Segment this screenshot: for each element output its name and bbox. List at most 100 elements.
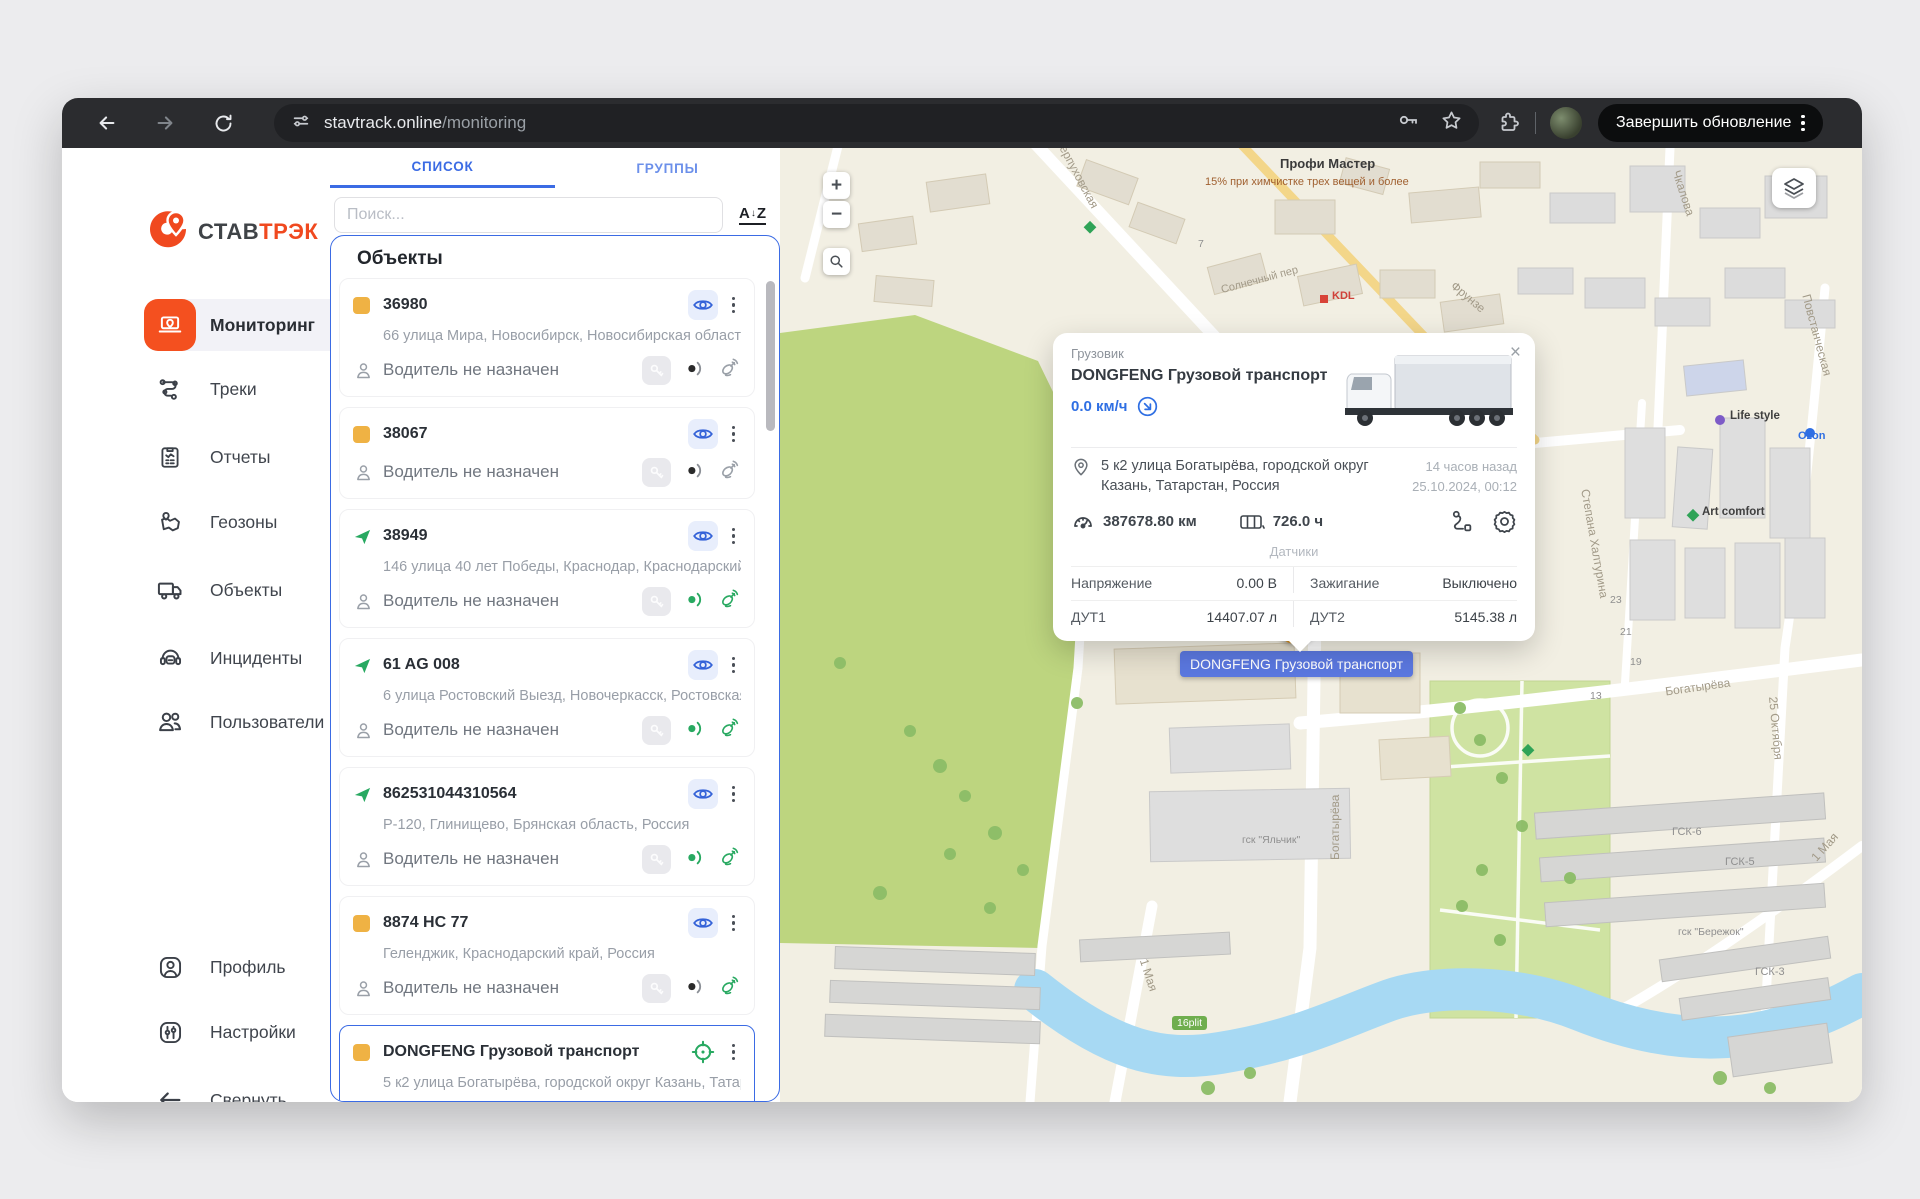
search-input[interactable]: [334, 197, 723, 233]
show-on-map-eye-button[interactable]: [688, 290, 718, 320]
card-menu-icon[interactable]: [726, 1040, 742, 1065]
sort-az-button[interactable]: A↓Z: [739, 205, 766, 225]
vehicle-address: 5 к2 улица Богатырёва, городской округ К…: [383, 1075, 741, 1094]
show-on-map-eye-button[interactable]: [688, 521, 718, 551]
ignition-beacon-icon[interactable]: [684, 846, 705, 872]
sidebar-item-profile[interactable]: Профиль: [144, 941, 358, 993]
sidebar-item-label: Геозоны: [210, 512, 277, 533]
vehicle-card[interactable]: 862531044310564 Р-120, Глинищево, Брянск…: [339, 767, 755, 886]
satellite-icon[interactable]: [718, 458, 741, 486]
settings-icon: [144, 1006, 196, 1058]
moving-arrow-icon: [353, 656, 372, 675]
bookmark-star-icon[interactable]: [1440, 109, 1463, 137]
ignition-beacon-icon[interactable]: [684, 459, 705, 485]
card-menu-icon[interactable]: [726, 653, 742, 678]
vehicle-card-selected[interactable]: DONGFENG Грузовой транспорт 5 к2 улица Б…: [339, 1025, 755, 1102]
tab-list[interactable]: СПИСОК: [330, 148, 555, 188]
forward-icon[interactable]: [148, 106, 182, 140]
vehicle-card[interactable]: 61 AG 008 6 улица Ростовский Выезд, Ново…: [339, 638, 755, 757]
site-info-icon[interactable]: [290, 110, 312, 137]
heading-arrow-icon[interactable]: [1136, 395, 1159, 418]
popup-address: 5 к2 улица Богатырёва, городской округ К…: [1101, 457, 1369, 496]
logo-icon: [146, 206, 190, 257]
location-pin-icon: [1071, 457, 1091, 477]
sensors-row: ДУТ114407.07 л ДУТ25145.38 л: [1071, 600, 1517, 627]
popup-odometer: 387678.80 км: [1103, 513, 1197, 530]
browser-menu-icon[interactable]: [1791, 109, 1815, 138]
password-key-icon[interactable]: [1396, 109, 1420, 138]
sensors-graph-icon[interactable]: [1449, 509, 1474, 534]
card-menu-icon[interactable]: [726, 422, 742, 447]
settings-gear-icon[interactable]: [1492, 509, 1517, 534]
sidebar-item-users[interactable]: Пользователи: [144, 696, 358, 748]
sidebar-item-label: Инциденты: [210, 648, 302, 669]
back-icon[interactable]: [90, 106, 124, 140]
update-browser-button[interactable]: Завершить обновление: [1598, 104, 1823, 142]
key-icon[interactable]: [642, 587, 671, 616]
show-on-map-eye-button[interactable]: [688, 419, 718, 449]
sidebar-item-collapse[interactable]: Свернуть: [144, 1074, 358, 1102]
sidebar-item-incidents[interactable]: Инциденты: [144, 632, 358, 684]
reload-icon[interactable]: [206, 106, 240, 140]
sidebar-item-settings[interactable]: Настройки: [144, 1006, 358, 1058]
driver-status: Водитель не назначен: [383, 849, 559, 869]
vehicle-card[interactable]: 38949 146 улица 40 лет Победы, Краснодар…: [339, 509, 755, 628]
driver-icon: [353, 978, 374, 999]
satellite-icon[interactable]: [718, 716, 741, 744]
card-menu-icon[interactable]: [726, 911, 742, 936]
sensor-label: ДУТ2: [1310, 609, 1345, 625]
sidebar: СТАВТРЭК Мониторинг Треки Отчеты: [62, 148, 330, 1102]
sidebar-item-objects[interactable]: Объекты: [144, 564, 358, 616]
sidebar-item-reports[interactable]: Отчеты: [144, 431, 358, 483]
vehicle-card[interactable]: 8874 НС 77 Геленджик, Краснодарский край…: [339, 896, 755, 1015]
sidebar-item-geozones[interactable]: Геозоны: [144, 496, 358, 548]
reports-icon: [144, 431, 196, 483]
card-menu-icon[interactable]: [726, 782, 742, 807]
vehicle-card[interactable]: 38067 Водитель не назначен: [339, 407, 755, 499]
key-icon[interactable]: [642, 716, 671, 745]
zoom-in-button[interactable]: +: [823, 172, 850, 199]
map-search-button[interactable]: [823, 248, 850, 275]
ignition-beacon-icon[interactable]: [684, 357, 705, 383]
driver-icon: [353, 849, 374, 870]
ignition-beacon-icon[interactable]: [684, 975, 705, 1001]
show-on-map-eye-button[interactable]: [688, 908, 718, 938]
show-on-map-eye-button[interactable]: [688, 650, 718, 680]
extensions-icon[interactable]: [1497, 111, 1521, 135]
vehicle-color-swatch: [353, 297, 370, 314]
key-icon[interactable]: [642, 974, 671, 1003]
url-bar[interactable]: stavtrack.online/monitoring: [274, 104, 1479, 142]
card-menu-icon[interactable]: [726, 524, 742, 549]
profile-avatar[interactable]: [1550, 107, 1582, 139]
vehicle-name: DONGFENG Грузовой транспорт: [383, 1043, 688, 1061]
vehicle-map-label[interactable]: DONGFENG Грузовой транспорт: [1180, 651, 1413, 677]
logo[interactable]: СТАВТРЭК: [146, 206, 318, 257]
card-menu-icon[interactable]: [726, 293, 742, 318]
satellite-icon[interactable]: [718, 845, 741, 873]
map-layers-button[interactable]: [1772, 168, 1816, 208]
key-icon[interactable]: [642, 845, 671, 874]
satellite-icon[interactable]: [718, 587, 741, 615]
zoom-out-button[interactable]: −: [823, 201, 850, 228]
logo-text: СТАВТРЭК: [198, 219, 318, 245]
key-icon[interactable]: [642, 458, 671, 487]
sidebar-item-tracks[interactable]: Треки: [144, 363, 358, 415]
popup-close-icon[interactable]: ×: [1510, 343, 1521, 362]
ignition-beacon-icon[interactable]: [684, 588, 705, 614]
tab-groups[interactable]: ГРУППЫ: [555, 148, 780, 188]
satellite-icon[interactable]: [718, 356, 741, 384]
vehicle-name: 36980: [383, 296, 688, 314]
monitoring-icon: [144, 299, 196, 351]
map[interactable]: Профи Мастер 15% при химчистке трех веще…: [780, 148, 1862, 1102]
sidebar-item-monitoring[interactable]: Мониторинг: [144, 299, 358, 351]
show-on-map-eye-button[interactable]: [688, 779, 718, 809]
vehicle-card[interactable]: 36980 66 улица Мира, Новосибирск, Новоси…: [339, 278, 755, 397]
sensor-label: Напряжение: [1071, 575, 1152, 591]
url-text: stavtrack.online/monitoring: [324, 113, 1396, 133]
browser-toolbar: stavtrack.online/monitoring Завершить об…: [62, 98, 1862, 148]
ignition-beacon-icon[interactable]: [684, 717, 705, 743]
tracking-target-icon[interactable]: [688, 1037, 718, 1067]
key-icon[interactable]: [642, 356, 671, 385]
satellite-icon[interactable]: [718, 974, 741, 1002]
list-scrollbar[interactable]: [766, 281, 775, 431]
